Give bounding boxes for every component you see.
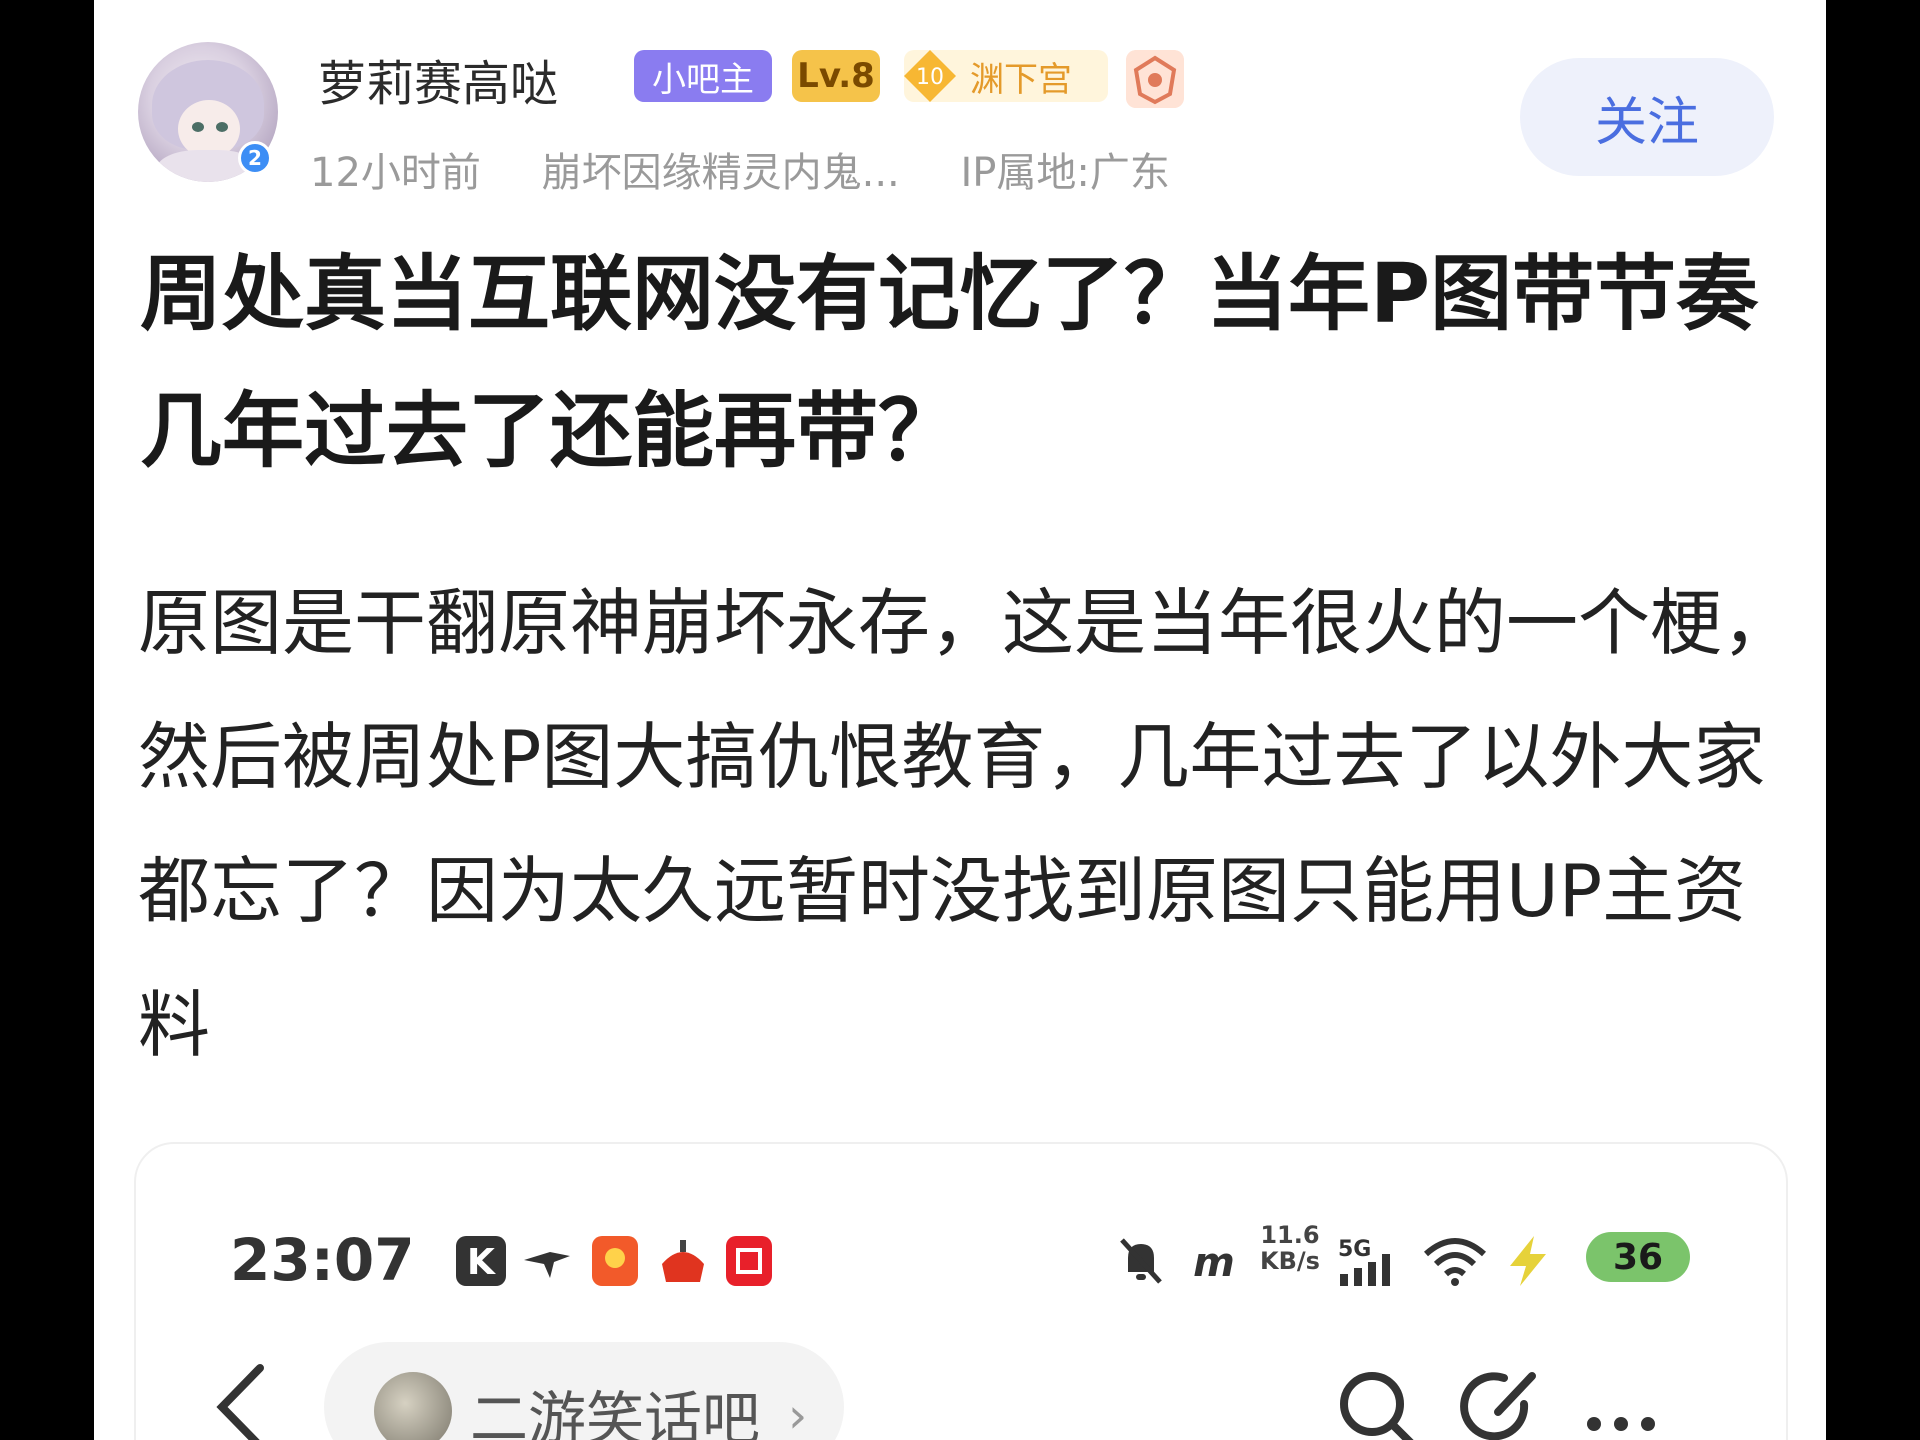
forum-pill[interactable]: 二游笑话吧 ›	[324, 1342, 844, 1440]
red-basket-icon	[662, 1240, 704, 1282]
post-time: 12小时前	[310, 150, 481, 196]
status-time: 23:07	[230, 1226, 415, 1294]
svg-text:m: m	[1193, 1240, 1235, 1286]
post-title: 周处真当互联网没有记忆了？当年P图带节奏几年过去了还能再带？	[140, 247, 1759, 479]
network-type: 5G	[1338, 1237, 1371, 1262]
battery-indicator: 36	[1586, 1232, 1690, 1282]
avatar-eye-left	[192, 122, 204, 132]
nfc-m-icon: m	[1193, 1240, 1235, 1286]
network-speed-unit: KB/s	[1260, 1247, 1320, 1275]
network-speed: 11.6 KB/s	[1260, 1222, 1320, 1274]
follow-button[interactable]: 关注	[1520, 58, 1774, 176]
post-meta: 12小时前 崩坏因缘精灵内鬼... IP属地:广东	[310, 140, 1170, 198]
back-chevron-icon[interactable]	[212, 1362, 270, 1440]
edit-post-icon[interactable]	[1454, 1364, 1544, 1440]
svg-text:K: K	[467, 1242, 496, 1283]
embedded-screenshot[interactable]: 23:07 K m 11.6 KB/s 5G 36 二游笑话吧 ›	[134, 1142, 1788, 1440]
cellular-signal-icon: 5G	[1338, 1237, 1390, 1286]
mute-bell-icon	[1120, 1238, 1162, 1284]
forum-avatar	[374, 1372, 452, 1440]
avatar-eye-right	[216, 122, 228, 132]
level-badge: Lv.8	[792, 50, 880, 102]
user-level-dot: 2	[238, 141, 272, 175]
post-page: 2 萝莉赛高哒 小吧主 Lv.8 渊下宫 10 12小时前 崩坏因缘精灵内鬼..…	[94, 0, 1826, 1440]
forum-owner-badge: 小吧主	[634, 50, 772, 102]
author-name[interactable]: 萝莉赛高哒	[318, 44, 558, 114]
wifi-icon	[1423, 1238, 1487, 1286]
forum-chevron-icon: ›	[788, 1388, 808, 1440]
ip-location: IP属地:广东	[960, 150, 1170, 196]
charging-bolt-icon	[1510, 1236, 1546, 1286]
author-forum-tag: 崩坏因缘精灵内鬼...	[541, 150, 900, 196]
k-app-icon: K	[456, 1236, 506, 1286]
forum-name: 二游笑话吧	[470, 1385, 761, 1440]
network-speed-value: 11.6	[1260, 1221, 1320, 1249]
red-app-icon	[726, 1236, 772, 1286]
title-coin-text: 10	[916, 65, 944, 90]
title-coin-icon: 10	[904, 50, 956, 102]
emblem-badge-icon	[1126, 50, 1184, 108]
post-body: 原图是干翻原神崩坏永存，这是当年很火的一个梗，然后被周处P图大搞仇恨教育，几年过…	[138, 581, 1795, 1067]
bird-app-icon	[524, 1252, 570, 1278]
search-icon[interactable]	[1332, 1364, 1422, 1440]
more-icon[interactable]	[1576, 1364, 1666, 1440]
orange-app-icon	[592, 1236, 638, 1286]
